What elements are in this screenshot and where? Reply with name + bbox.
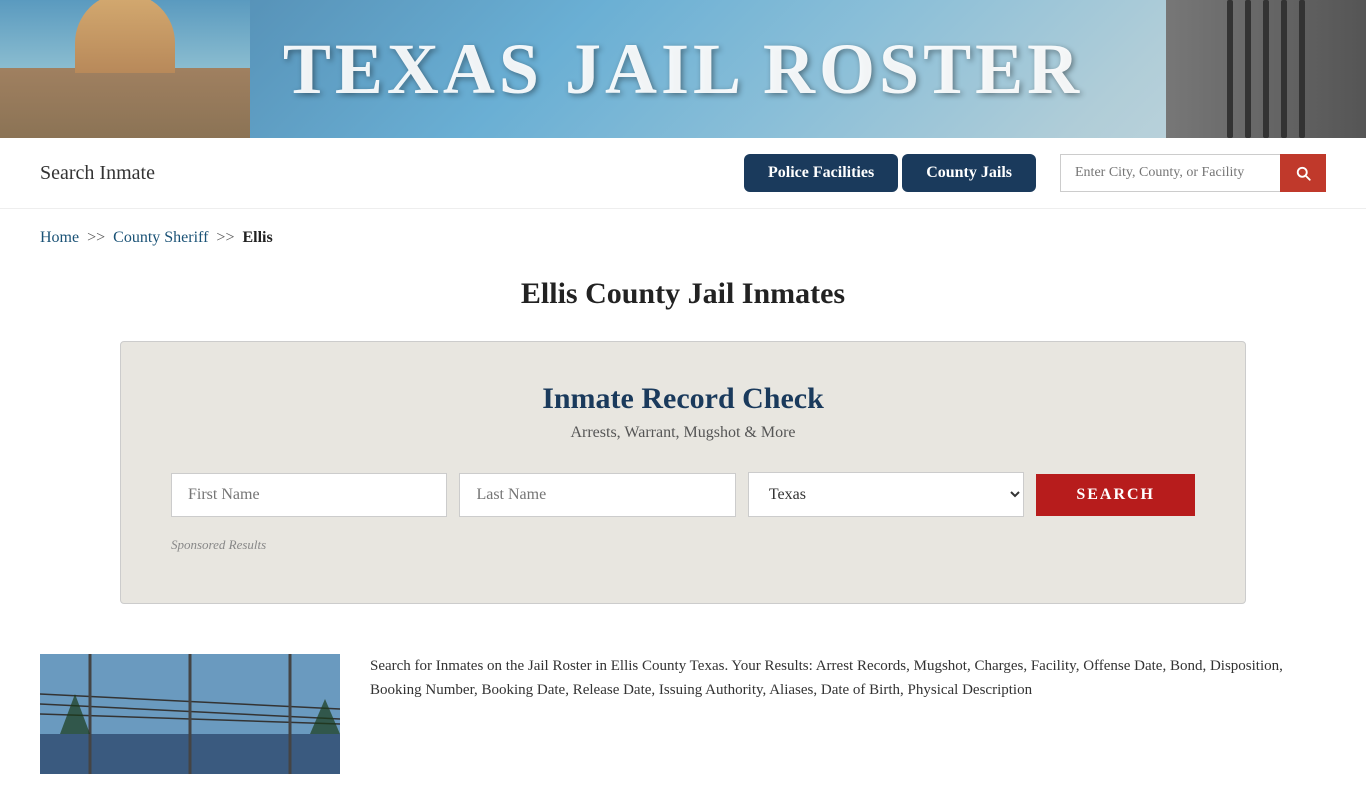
bar (1263, 0, 1269, 138)
breadcrumb: Home >> County Sheriff >> Ellis (0, 209, 1366, 257)
bar (1281, 0, 1287, 138)
site-title: Texas Jail Roster (283, 28, 1083, 111)
county-jails-button[interactable]: County Jails (902, 154, 1036, 192)
search-inmate-label: Search Inmate (40, 162, 724, 185)
facility-search-container (1060, 154, 1326, 192)
search-icon (1294, 164, 1312, 182)
sponsored-results-label: Sponsored Results (171, 537, 1195, 553)
facility-search-button[interactable] (1280, 154, 1326, 192)
breadcrumb-sep-1: >> (87, 229, 105, 247)
facility-search-input[interactable] (1060, 154, 1280, 192)
banner-right-image (1166, 0, 1366, 138)
header-banner: Texas Jail Roster (0, 0, 1366, 138)
breadcrumb-current: Ellis (242, 229, 272, 247)
record-check-title: Inmate Record Check (171, 382, 1195, 416)
record-check-subtitle: Arrests, Warrant, Mugshot & More (171, 424, 1195, 442)
breadcrumb-county-sheriff[interactable]: County Sheriff (113, 229, 208, 247)
search-button[interactable]: SEARCH (1036, 474, 1195, 516)
page-title-section: Ellis County Jail Inmates (0, 257, 1366, 341)
nav-buttons: Police Facilities County Jails (744, 154, 1036, 192)
state-select[interactable]: AlabamaAlaskaArizonaArkansasCaliforniaCo… (748, 472, 1024, 517)
banner-left-image (0, 0, 250, 138)
bottom-section: Search for Inmates on the Jail Roster in… (0, 634, 1366, 794)
breadcrumb-sep-2: >> (216, 229, 234, 247)
breadcrumb-home[interactable]: Home (40, 229, 79, 247)
bottom-image (40, 654, 340, 774)
last-name-input[interactable] (459, 473, 735, 517)
bottom-description: Search for Inmates on the Jail Roster in… (370, 654, 1326, 702)
bar (1299, 0, 1305, 138)
record-check-box: Inmate Record Check Arrests, Warrant, Mu… (120, 341, 1246, 604)
bar (1227, 0, 1233, 138)
bar (1245, 0, 1251, 138)
bottom-image-svg (40, 654, 340, 774)
first-name-input[interactable] (171, 473, 447, 517)
police-facilities-button[interactable]: Police Facilities (744, 154, 898, 192)
page-title: Ellis County Jail Inmates (40, 277, 1326, 311)
navbar: Search Inmate Police Facilities County J… (0, 138, 1366, 209)
search-form-row: AlabamaAlaskaArizonaArkansasCaliforniaCo… (171, 472, 1195, 517)
jail-bars (1227, 0, 1305, 138)
